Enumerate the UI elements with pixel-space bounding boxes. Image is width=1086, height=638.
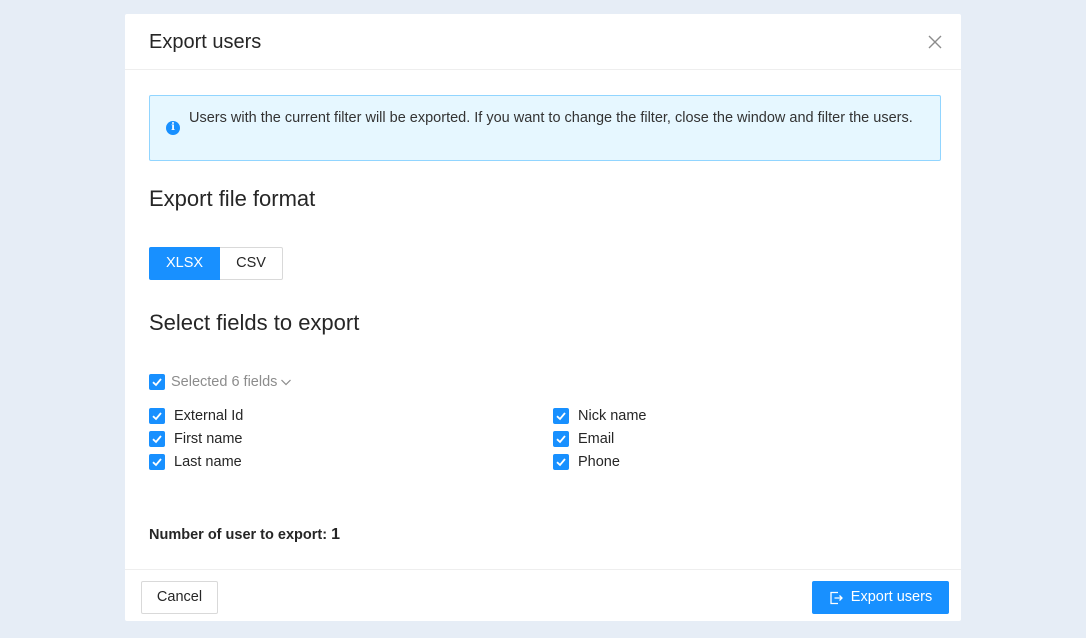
select-all-fields[interactable]: Selected 6 fields: [149, 374, 292, 390]
fields-checkbox-list: External Id Nick name First name Email L…: [149, 407, 949, 471]
field-label: External Id: [174, 408, 244, 424]
checkmark-icon[interactable]: [149, 374, 165, 390]
field-label: First name: [174, 431, 243, 447]
info-text: Users with the current filter will be ex…: [189, 110, 913, 126]
checkmark-icon[interactable]: [149, 408, 165, 424]
select-all-label: Selected 6 fields: [171, 374, 278, 390]
field-last-name[interactable]: Last name: [149, 453, 553, 471]
checkmark-icon[interactable]: [553, 408, 569, 424]
format-xlsx-button[interactable]: XLSX: [149, 247, 221, 280]
field-phone[interactable]: Phone: [553, 453, 953, 471]
close-icon[interactable]: [923, 30, 947, 54]
field-external-id[interactable]: External Id: [149, 407, 553, 425]
checkmark-icon[interactable]: [553, 431, 569, 447]
field-email[interactable]: Email: [553, 430, 953, 448]
export-count-label: Number of user to export:: [149, 527, 328, 543]
checkmark-icon[interactable]: [149, 454, 165, 470]
field-label: Nick name: [578, 408, 647, 424]
info-alert: i Users with the current filter will be …: [149, 95, 941, 161]
field-label: Email: [578, 431, 615, 447]
fields-section-title: Select fields to export: [149, 310, 360, 335]
checkmark-icon[interactable]: [553, 454, 569, 470]
modal-title: Export users: [149, 31, 262, 53]
field-first-name[interactable]: First name: [149, 430, 553, 448]
format-csv-button[interactable]: CSV: [220, 247, 283, 280]
field-nick-name[interactable]: Nick name: [553, 407, 953, 425]
format-toggle-group: XLSX CSV: [149, 247, 283, 280]
export-users-button[interactable]: Export users: [812, 581, 949, 614]
field-label: Phone: [578, 454, 620, 470]
checkmark-icon[interactable]: [149, 431, 165, 447]
format-section-title: Export file format: [149, 186, 316, 211]
export-users-label: Export users: [850, 589, 933, 605]
field-label: Last name: [174, 454, 242, 470]
modal-header: Export users: [125, 14, 961, 70]
export-count: Number of user to export: 1: [149, 526, 340, 544]
export-users-modal: Export users i Users with the current fi…: [125, 14, 961, 621]
modal-footer: Cancel Export users: [125, 569, 961, 621]
info-icon: i: [166, 121, 180, 135]
export-icon: [830, 591, 843, 604]
chevron-down-icon[interactable]: [280, 376, 292, 388]
cancel-button[interactable]: Cancel: [141, 581, 218, 614]
export-count-value: 1: [331, 526, 340, 543]
